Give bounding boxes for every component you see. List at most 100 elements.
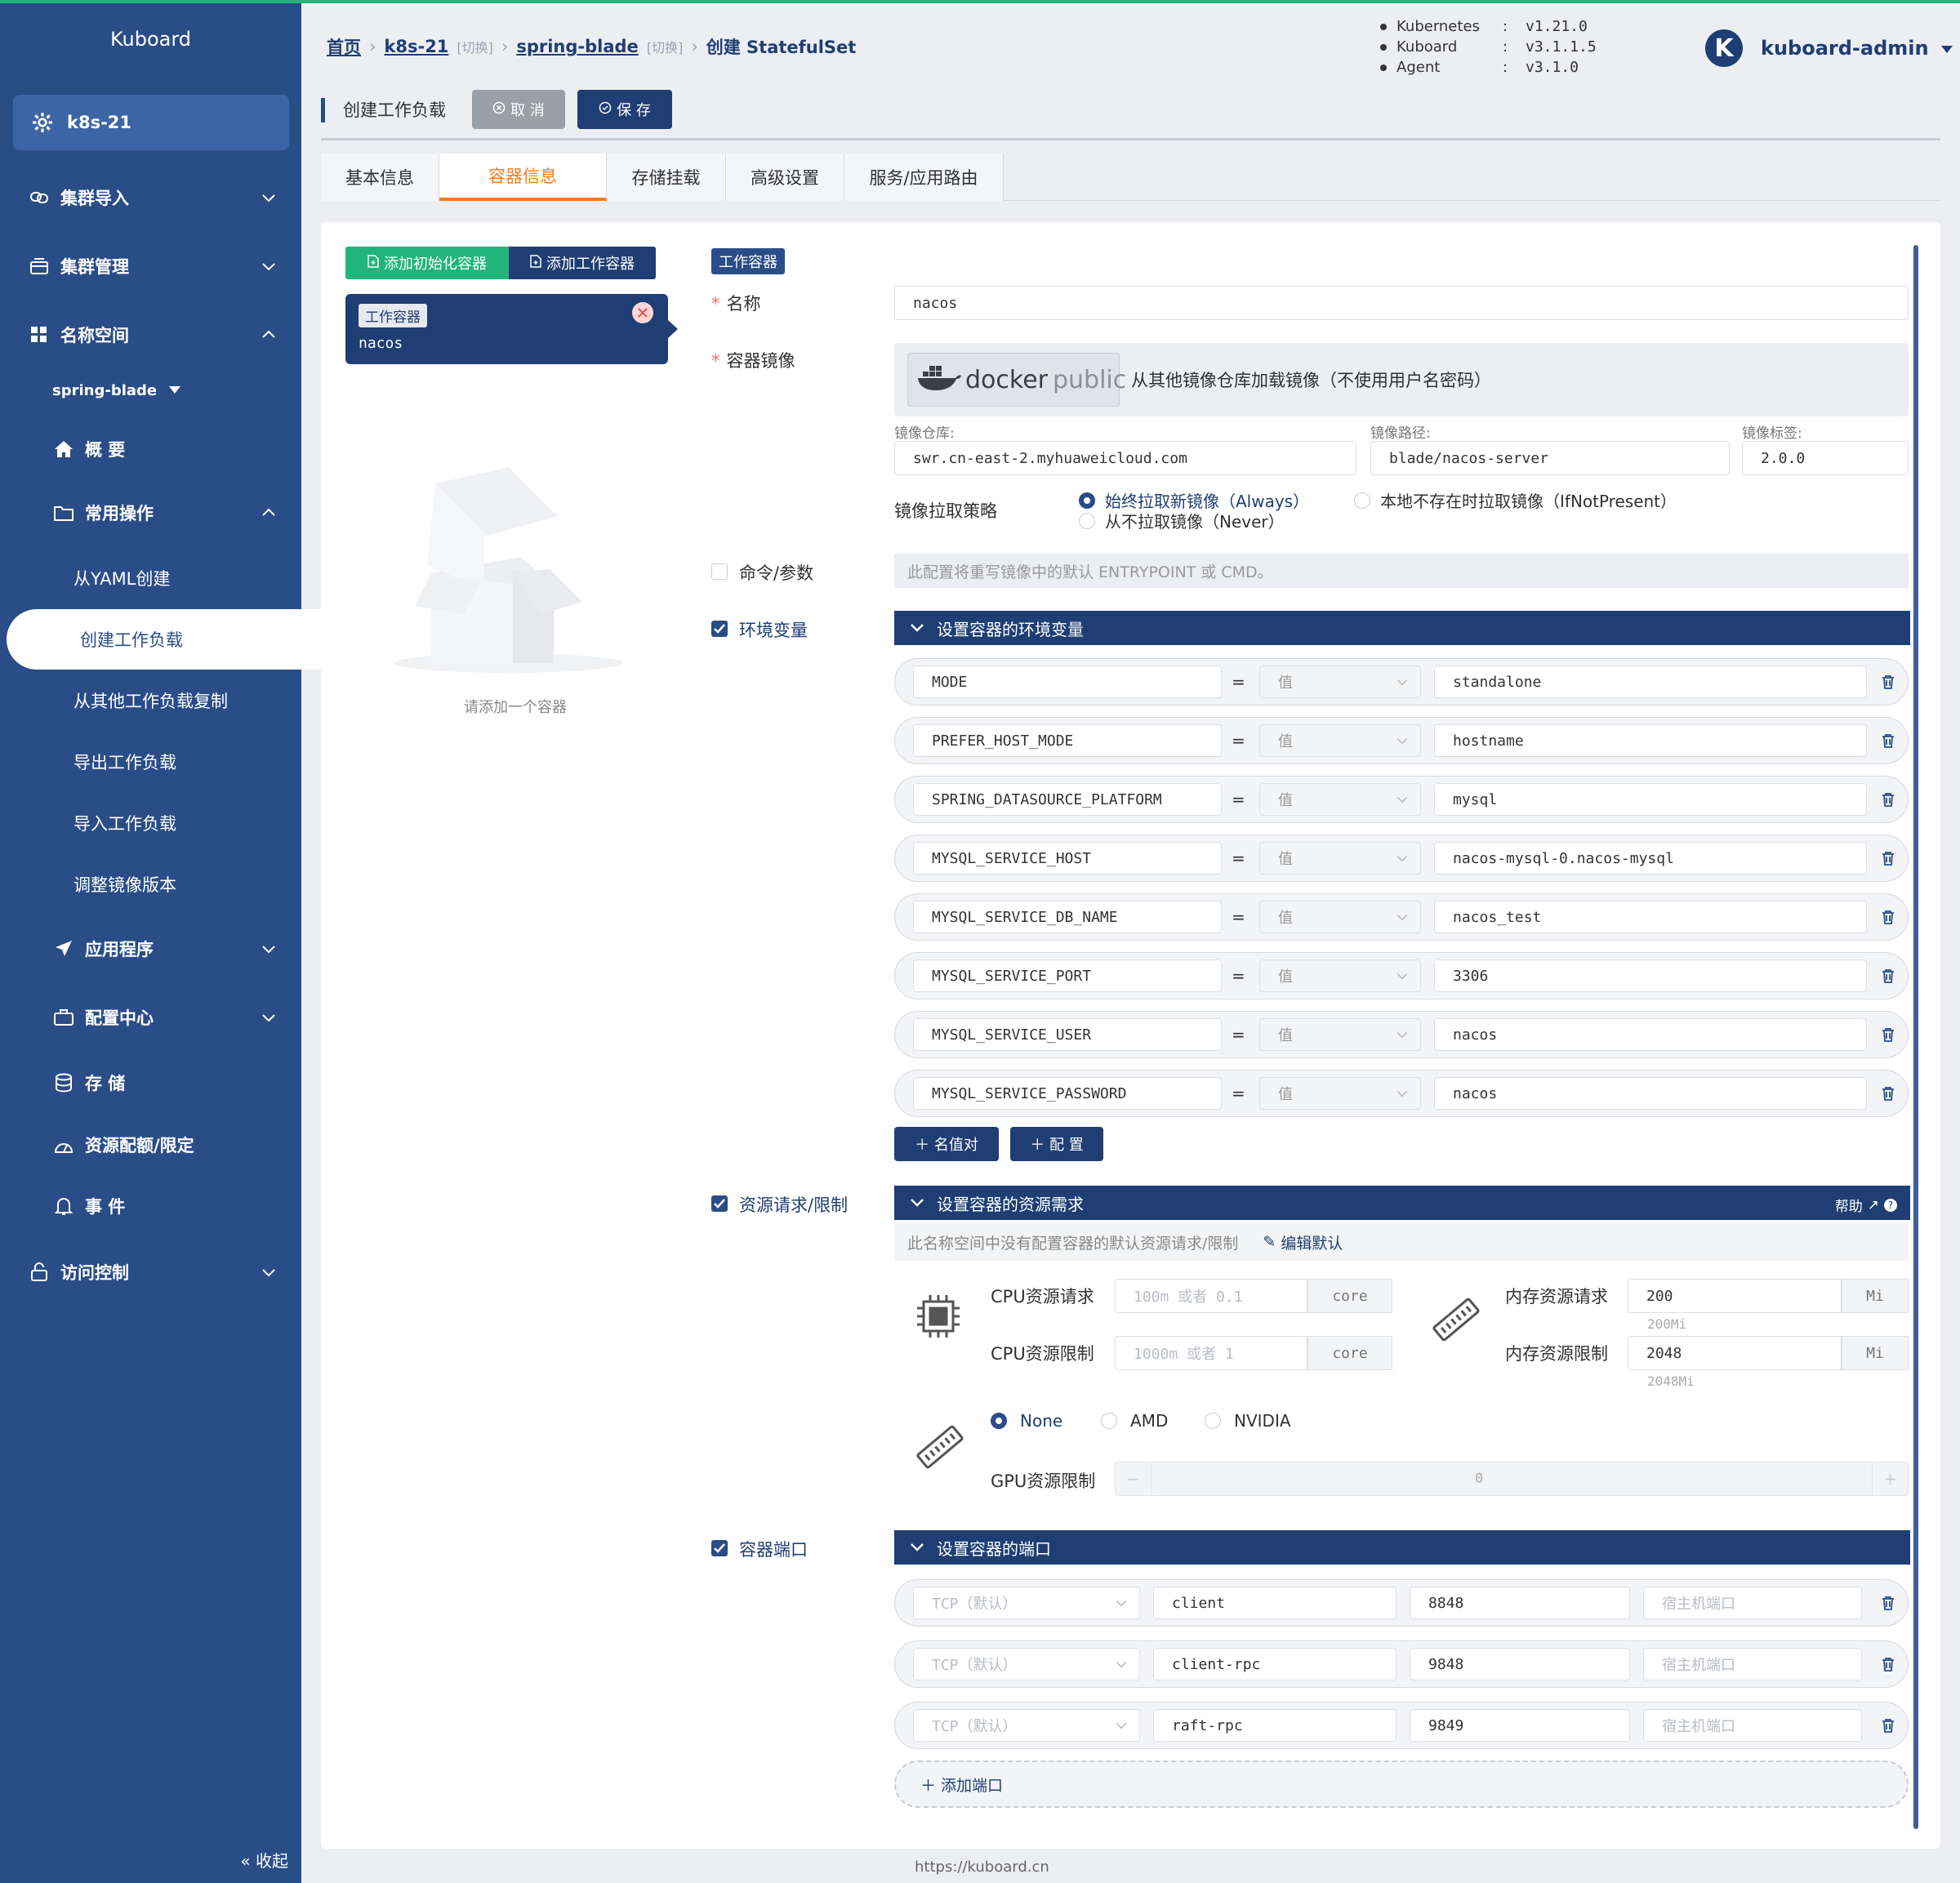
menu-config[interactable]: 配置中心 <box>0 995 301 1040</box>
switch-namespace-link[interactable]: [切换] <box>647 37 684 56</box>
cancel-button[interactable]: 取 消 <box>472 90 565 129</box>
menu-cluster-import[interactable]: 集群导入 <box>0 175 301 220</box>
cpu-request-input[interactable]: 100m 或者 0.1 <box>1115 1279 1307 1313</box>
trash-icon[interactable] <box>1882 1656 1895 1676</box>
resource-checkbox[interactable] <box>711 1195 728 1212</box>
image-tag-input[interactable]: 2.0.0 <box>1742 441 1909 475</box>
env-type-select[interactable]: 值 <box>1259 666 1421 698</box>
menu-cluster-manage[interactable]: 集群管理 <box>0 243 301 289</box>
scrollbar[interactable] <box>1913 245 1918 1829</box>
add-work-container-button[interactable]: 添加工作容器 <box>509 247 656 279</box>
tab-storage[interactable]: 存储挂载 <box>607 154 726 201</box>
env-value-input[interactable]: standalone <box>1434 666 1867 698</box>
breadcrumb-home[interactable]: 首页 <box>327 34 361 59</box>
increment-icon[interactable]: + <box>1872 1462 1908 1495</box>
env-value-input[interactable]: nacos_test <box>1434 901 1867 933</box>
env-value-input[interactable]: 3306 <box>1434 959 1867 992</box>
tab-containers[interactable]: 容器信息 <box>439 154 607 201</box>
env-key-input[interactable]: SPRING_DATASOURCE_PLATFORM <box>913 783 1222 816</box>
env-value-input[interactable]: mysql <box>1434 783 1867 816</box>
menu-quota[interactable]: 资源配额/限定 <box>0 1122 301 1168</box>
gpu-amd-radio[interactable]: AMD <box>1101 1411 1168 1431</box>
cluster-selector[interactable]: k8s-21 <box>13 95 289 150</box>
mem-limit-input[interactable]: 2048 <box>1628 1336 1842 1370</box>
env-key-input[interactable]: PREFER_HOST_MODE <box>913 724 1222 757</box>
container-port-input[interactable]: 9849 <box>1410 1709 1630 1742</box>
gpu-none-radio[interactable]: None <box>991 1411 1062 1431</box>
trash-icon[interactable] <box>1882 1085 1895 1105</box>
menu-storage[interactable]: 存 储 <box>0 1060 301 1106</box>
add-init-container-button[interactable]: 添加初始化容器 <box>345 247 509 279</box>
env-type-select[interactable]: 值 <box>1259 901 1421 933</box>
tab-service-route[interactable]: 服务/应用路由 <box>844 154 1004 201</box>
switch-cluster-link[interactable]: [切换] <box>457 37 493 56</box>
ports-section-bar[interactable]: 设置容器的端口 <box>894 1530 1910 1565</box>
env-type-select[interactable]: 值 <box>1259 1018 1421 1051</box>
breadcrumb-cluster[interactable]: k8s-21 <box>384 37 448 56</box>
env-type-select[interactable]: 值 <box>1259 724 1421 757</box>
save-button[interactable]: 保 存 <box>577 90 672 129</box>
port-name-input[interactable]: client <box>1153 1587 1396 1619</box>
protocol-select[interactable]: TCP（默认） <box>913 1709 1140 1742</box>
protocol-select[interactable]: TCP（默认） <box>913 1587 1140 1619</box>
add-config-button[interactable]: ＋ 配 置 <box>1010 1127 1103 1161</box>
env-key-input[interactable]: MODE <box>913 666 1222 698</box>
port-name-input[interactable]: raft-rpc <box>1153 1709 1396 1742</box>
menu-adjust-image[interactable]: 调整镜像版本 <box>0 861 301 907</box>
registry-input[interactable]: swr.cn-east-2.myhuaweicloud.com <box>894 441 1356 475</box>
menu-common-ops[interactable]: 常用操作 <box>0 490 301 536</box>
menu-overview[interactable]: 概 要 <box>0 426 301 472</box>
resource-section-bar[interactable]: 设置容器的资源需求 帮助 ↗? <box>894 1186 1910 1220</box>
env-value-input[interactable]: nacos <box>1434 1077 1867 1110</box>
add-port-button[interactable]: ＋ 添加端口 <box>894 1761 1909 1808</box>
env-type-select[interactable]: 值 <box>1259 1077 1421 1110</box>
host-port-input[interactable]: 宿主机端口 <box>1643 1587 1862 1619</box>
pull-ifnotpresent-radio[interactable]: 本地不存在时拉取镜像（IfNotPresent） <box>1354 488 1677 512</box>
env-checkbox[interactable] <box>711 621 728 637</box>
menu-apps[interactable]: 应用程序 <box>0 926 301 972</box>
env-section-bar[interactable]: 设置容器的环境变量 <box>894 611 1910 645</box>
collapse-sidebar-button[interactable]: « 收起 <box>240 1848 288 1872</box>
namespace-selector[interactable]: spring-blade <box>0 367 301 413</box>
env-value-input[interactable]: nacos-mysql-0.nacos-mysql <box>1434 842 1867 875</box>
breadcrumb-namespace[interactable]: spring-blade <box>516 37 638 56</box>
env-key-input[interactable]: MYSQL_SERVICE_PORT <box>913 959 1222 992</box>
trash-icon[interactable] <box>1882 1717 1895 1737</box>
gpu-nvidia-radio[interactable]: NVIDIA <box>1205 1411 1291 1431</box>
env-key-input[interactable]: MYSQL_SERVICE_PASSWORD <box>913 1077 1222 1110</box>
pull-never-radio[interactable]: 从不拉取镜像（Never） <box>1079 509 1285 532</box>
env-key-input[interactable]: MYSQL_SERVICE_USER <box>913 1018 1222 1051</box>
env-value-input[interactable]: hostname <box>1434 724 1867 757</box>
footer-link[interactable]: https://kuboard.cn <box>915 1859 1049 1876</box>
container-port-input[interactable]: 8848 <box>1410 1587 1630 1619</box>
menu-export-workload[interactable]: 导出工作负载 <box>0 739 301 785</box>
menu-create-workload[interactable]: 创建工作负载 <box>7 609 325 670</box>
mem-request-input[interactable]: 200 <box>1628 1279 1842 1313</box>
image-source-box[interactable]: docker public 从其他镜像仓库加载镜像（不使用用户名密码） <box>894 343 1909 416</box>
tab-basic[interactable]: 基本信息 <box>321 154 439 201</box>
trash-icon[interactable] <box>1882 791 1895 811</box>
trash-icon[interactable] <box>1882 909 1895 928</box>
trash-icon[interactable] <box>1882 1595 1895 1614</box>
trash-icon[interactable] <box>1882 732 1895 752</box>
env-type-select[interactable]: 值 <box>1259 959 1421 992</box>
env-type-select[interactable]: 值 <box>1259 783 1421 816</box>
tab-advanced[interactable]: 高级设置 <box>726 154 844 201</box>
host-port-input[interactable]: 宿主机端口 <box>1643 1709 1862 1742</box>
trash-icon[interactable] <box>1882 1026 1895 1046</box>
host-port-input[interactable]: 宿主机端口 <box>1643 1648 1862 1680</box>
menu-from-yaml[interactable]: 从YAML创建 <box>0 555 301 601</box>
user-menu[interactable]: K kuboard-admin <box>1705 29 1953 67</box>
env-key-input[interactable]: MYSQL_SERVICE_HOST <box>913 842 1222 875</box>
env-value-input[interactable]: nacos <box>1434 1018 1867 1051</box>
port-name-input[interactable]: client-rpc <box>1153 1648 1396 1680</box>
path-input[interactable]: blade/nacos-server <box>1370 441 1730 475</box>
container-card[interactable]: 工作容器 nacos <box>345 294 678 364</box>
trash-icon[interactable] <box>1882 674 1895 693</box>
remove-container-icon[interactable] <box>632 302 653 323</box>
menu-import-workload[interactable]: 导入工作负载 <box>0 800 301 846</box>
help-link[interactable]: 帮助 ↗? <box>1835 1195 1897 1215</box>
cmd-checkbox[interactable] <box>711 563 728 580</box>
cpu-limit-input[interactable]: 1000m 或者 1 <box>1115 1336 1307 1370</box>
ports-checkbox[interactable] <box>711 1540 728 1556</box>
